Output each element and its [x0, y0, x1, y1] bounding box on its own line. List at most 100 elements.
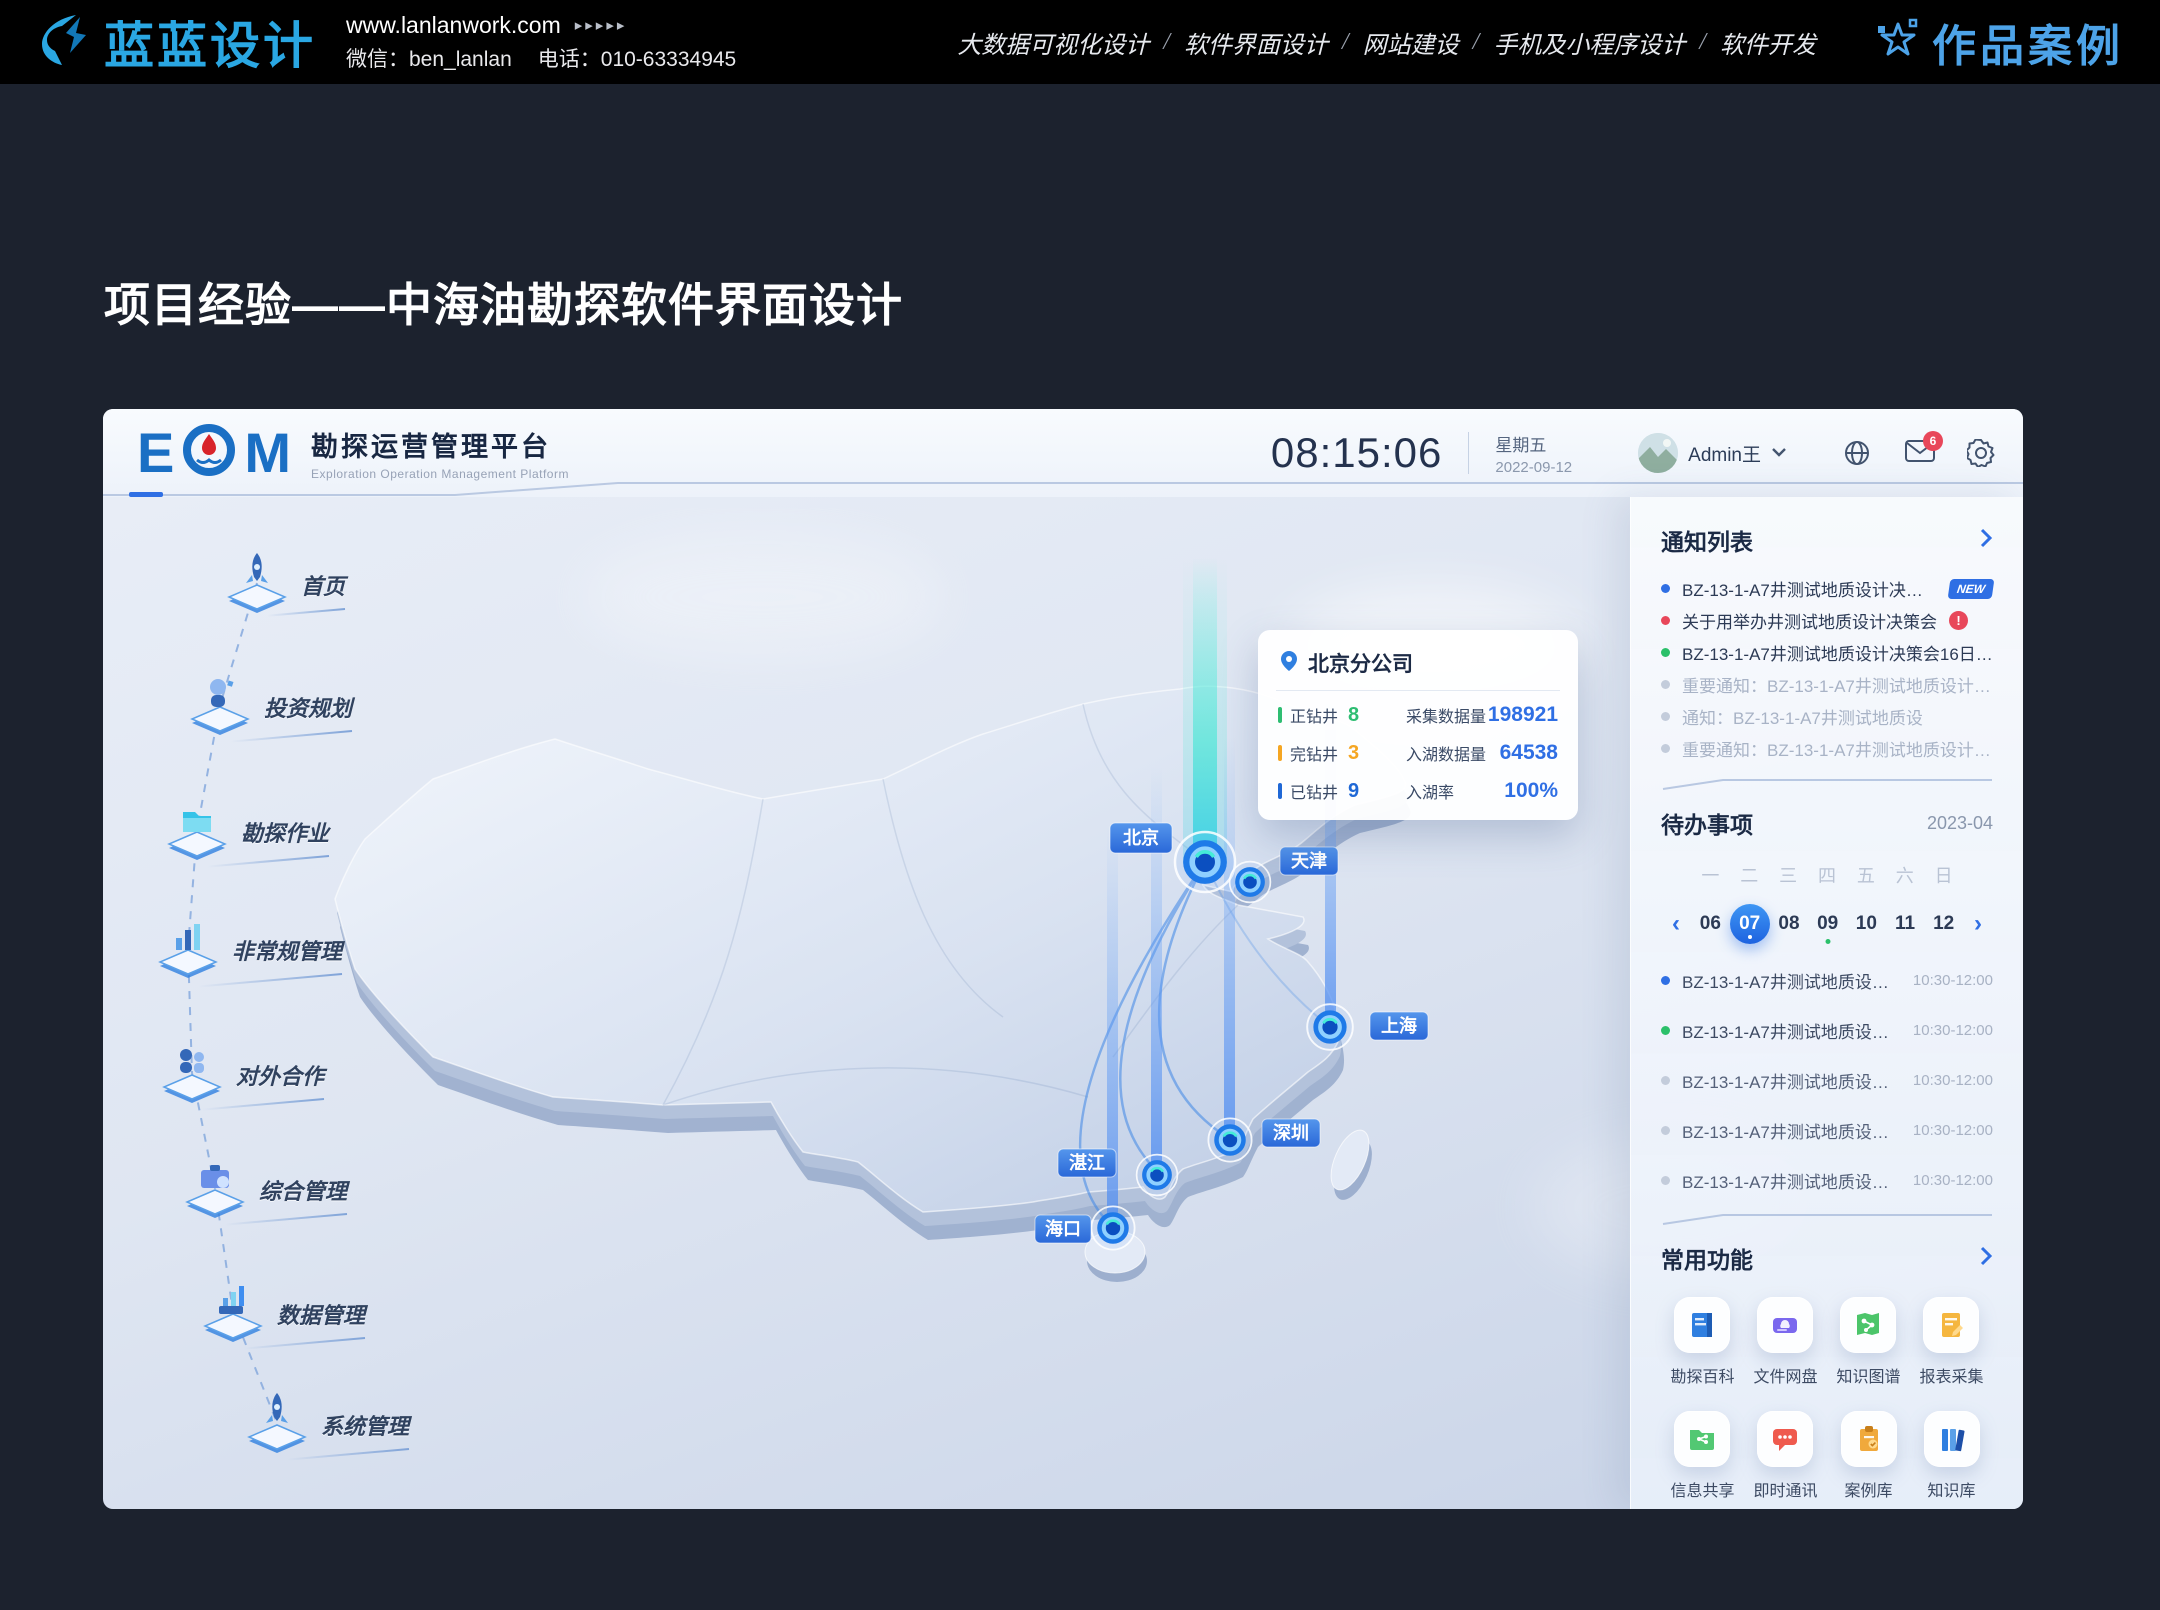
- alert-badge: !: [1949, 611, 1968, 630]
- calendar-prev-icon[interactable]: ‹: [1672, 912, 1680, 936]
- map-city-zhanjiang[interactable]: 湛江: [1058, 1149, 1116, 1177]
- map-city-beijing[interactable]: 北京: [1110, 823, 1172, 853]
- page-title: 项目经验——中海油勘探软件界面设计: [104, 269, 903, 335]
- functions-grid: 勘探百科 文件网盘: [1661, 1297, 1993, 1501]
- menu-item-dev[interactable]: 软件开发: [1720, 25, 1816, 60]
- todo-item[interactable]: BZ-13-1-A7井测试地质设计决策会 10:30-12:00: [1661, 1118, 1993, 1143]
- marker-tianjin[interactable]: [1230, 862, 1271, 903]
- calendar-date[interactable]: 06: [1700, 913, 1721, 935]
- metric-collected: 采集数据量 198921: [1406, 703, 1558, 727]
- todo-item[interactable]: BZ-13-1-A7井测试地质设计决策会... 10:30-12:00: [1661, 968, 1993, 993]
- func-instant-messaging[interactable]: 即时通讯: [1753, 1411, 1817, 1501]
- calendar: 一 二 三 四 五 六 日 ‹ 06 07 08 09 10 11 12 ›: [1661, 862, 1993, 944]
- func-knowledge-graph[interactable]: 知识图谱: [1836, 1297, 1900, 1387]
- gear-icon[interactable]: [1967, 439, 1995, 467]
- calendar-next-icon[interactable]: ›: [1974, 912, 1982, 936]
- calendar-month: 2023-04: [1927, 813, 1993, 834]
- todo-item[interactable]: BZ-13-1-A7井测试地质设计决策会... 10:30-12:00: [1661, 1018, 1993, 1043]
- status-dot: [1661, 976, 1670, 985]
- globe-icon[interactable]: [1843, 439, 1871, 467]
- func-file-drive[interactable]: 文件网盘: [1753, 1297, 1817, 1387]
- status-dot: [1661, 616, 1670, 625]
- site-logo[interactable]: 蓝蓝设计: [36, 6, 316, 78]
- site-url[interactable]: www.lanlanwork.com: [346, 12, 561, 39]
- sidebar-label: 投资规划: [264, 691, 352, 723]
- clipboard-icon: [1841, 1411, 1897, 1467]
- notification-item[interactable]: 关于用举办井测试地质设计决策会 !: [1661, 611, 1993, 630]
- status-dot: [1661, 712, 1670, 721]
- map-city-tianjin[interactable]: 天津: [1280, 847, 1338, 875]
- func-info-sharing[interactable]: 信息共享: [1670, 1411, 1734, 1501]
- section-divider: [1661, 774, 1994, 792]
- site-header: 蓝蓝设计 www.lanlanwork.com ▸▸▸▸▸ 微信：ben_lan…: [0, 0, 2160, 84]
- pen-star-icon: [1876, 18, 1920, 67]
- map-city-shanghai[interactable]: 上海: [1370, 1012, 1428, 1040]
- site-contact: www.lanlanwork.com ▸▸▸▸▸ 微信：ben_lanlan 电…: [346, 12, 736, 73]
- mail-badge: 6: [1923, 431, 1943, 451]
- chart-platform-icon: [152, 914, 224, 987]
- calendar-date-selected[interactable]: 07: [1730, 904, 1770, 944]
- calendar-date[interactable]: 10: [1856, 913, 1877, 935]
- marker-beijing[interactable]: [1175, 832, 1235, 892]
- marker-haikou[interactable]: [1091, 1206, 1134, 1249]
- func-encyclopedia[interactable]: 勘探百科: [1670, 1297, 1734, 1387]
- menu-separator: /: [1163, 29, 1170, 56]
- todo-list: BZ-13-1-A7井测试地质设计决策会... 10:30-12:00 BZ-1…: [1661, 968, 1993, 1193]
- menu-item-software-ui[interactable]: 软件界面设计: [1184, 25, 1328, 60]
- notification-item[interactable]: BZ-13-1-A7井测试地质设计决策会16日14点开始！: [1661, 643, 1993, 662]
- weekday-row: 一 二 三 四 五 六 日: [1661, 862, 1993, 888]
- calendar-date[interactable]: 11: [1895, 913, 1915, 935]
- map-city-haikou[interactable]: 海口: [1035, 1215, 1091, 1243]
- map-city-shenzhen[interactable]: 深圳: [1262, 1119, 1320, 1147]
- sidebar-label: 非常规管理: [232, 934, 342, 966]
- data-chart-platform-icon: [197, 1278, 269, 1351]
- status-dot: [1661, 648, 1670, 657]
- marker-zhanjiang[interactable]: [1137, 1155, 1178, 1196]
- user-menu[interactable]: Admin王: [1638, 433, 1787, 473]
- mail-icon[interactable]: 6: [1905, 439, 1933, 467]
- notification-item[interactable]: 重要通知：BZ-13-1-A7井测试地质设计决策会16日14...: [1661, 675, 1993, 694]
- svg-text:湛江: 湛江: [1069, 1152, 1105, 1173]
- user-name: Admin王: [1688, 440, 1761, 467]
- phone-contact: 电话：010-63334945: [538, 43, 736, 73]
- status-dot: [1661, 744, 1670, 753]
- calendar-date[interactable]: 12: [1933, 913, 1954, 935]
- func-knowledge-base[interactable]: 知识库: [1924, 1411, 1980, 1501]
- notification-item[interactable]: 重要通知：BZ-13-1-A7井测试地质设计决策会16日14...: [1661, 739, 1993, 758]
- svg-text:天津: 天津: [1291, 850, 1327, 871]
- marker-shenzhen[interactable]: [1208, 1118, 1251, 1161]
- sidebar-label: 首页: [301, 569, 345, 601]
- chevron-right-icon[interactable]: [1979, 1246, 1993, 1271]
- marker-shanghai[interactable]: [1307, 1004, 1353, 1050]
- func-case-library[interactable]: 案例库: [1841, 1411, 1897, 1501]
- func-report-collection[interactable]: 报表采集: [1919, 1297, 1983, 1387]
- notification-item[interactable]: 通知：BZ-13-1-A7井测试地质设: [1661, 707, 1993, 726]
- todo-title: 待办事项: [1661, 806, 1753, 840]
- portfolio-link[interactable]: 作品案例: [1876, 10, 2124, 74]
- status-dot: [1661, 680, 1670, 689]
- calendar-date[interactable]: 09: [1817, 913, 1838, 935]
- beam-beijing: [1193, 557, 1217, 864]
- well-stat-completed: 完钻井 3: [1278, 741, 1406, 765]
- share-folder-icon: [1674, 1411, 1730, 1467]
- sidebar-label: 勘探作业: [241, 816, 329, 848]
- calendar-date[interactable]: 08: [1778, 913, 1799, 935]
- menu-item-website[interactable]: 网站建设: [1363, 25, 1459, 60]
- site-menu: 大数据可视化设计 / 软件界面设计 / 网站建设 / 手机及小程序设计 / 软件…: [957, 25, 1816, 60]
- svg-text:北京: 北京: [1123, 827, 1159, 848]
- wechat-contact: 微信：ben_lanlan: [346, 43, 512, 73]
- graph-icon: [1840, 1297, 1896, 1353]
- functions-title: 常用功能: [1661, 1241, 1753, 1275]
- menu-item-mobile[interactable]: 手机及小程序设计: [1493, 25, 1685, 60]
- menu-item-bigdata[interactable]: 大数据可视化设计: [957, 25, 1149, 60]
- todo-item[interactable]: BZ-13-1-A7井测试地质设计决策会 10:30-12:00: [1661, 1168, 1993, 1193]
- metric-lake-rate: 入湖率 100%: [1406, 779, 1558, 803]
- chevron-right-icon[interactable]: [1979, 528, 1993, 553]
- sidebar-label: 对外合作: [236, 1059, 324, 1091]
- chevron-down-icon: [1771, 444, 1787, 462]
- todo-item[interactable]: BZ-13-1-A7井测试地质设计决策会 10:30-12:00: [1661, 1068, 1993, 1093]
- notification-item[interactable]: BZ-13-1-A7井测试地质设计决策会16日14点开始 NEW: [1661, 579, 1993, 598]
- notification-list: BZ-13-1-A7井测试地质设计决策会16日14点开始 NEW 关于用举办井测…: [1661, 579, 1993, 758]
- status-dot: [1661, 1126, 1670, 1135]
- map-pin-icon: [1280, 650, 1298, 677]
